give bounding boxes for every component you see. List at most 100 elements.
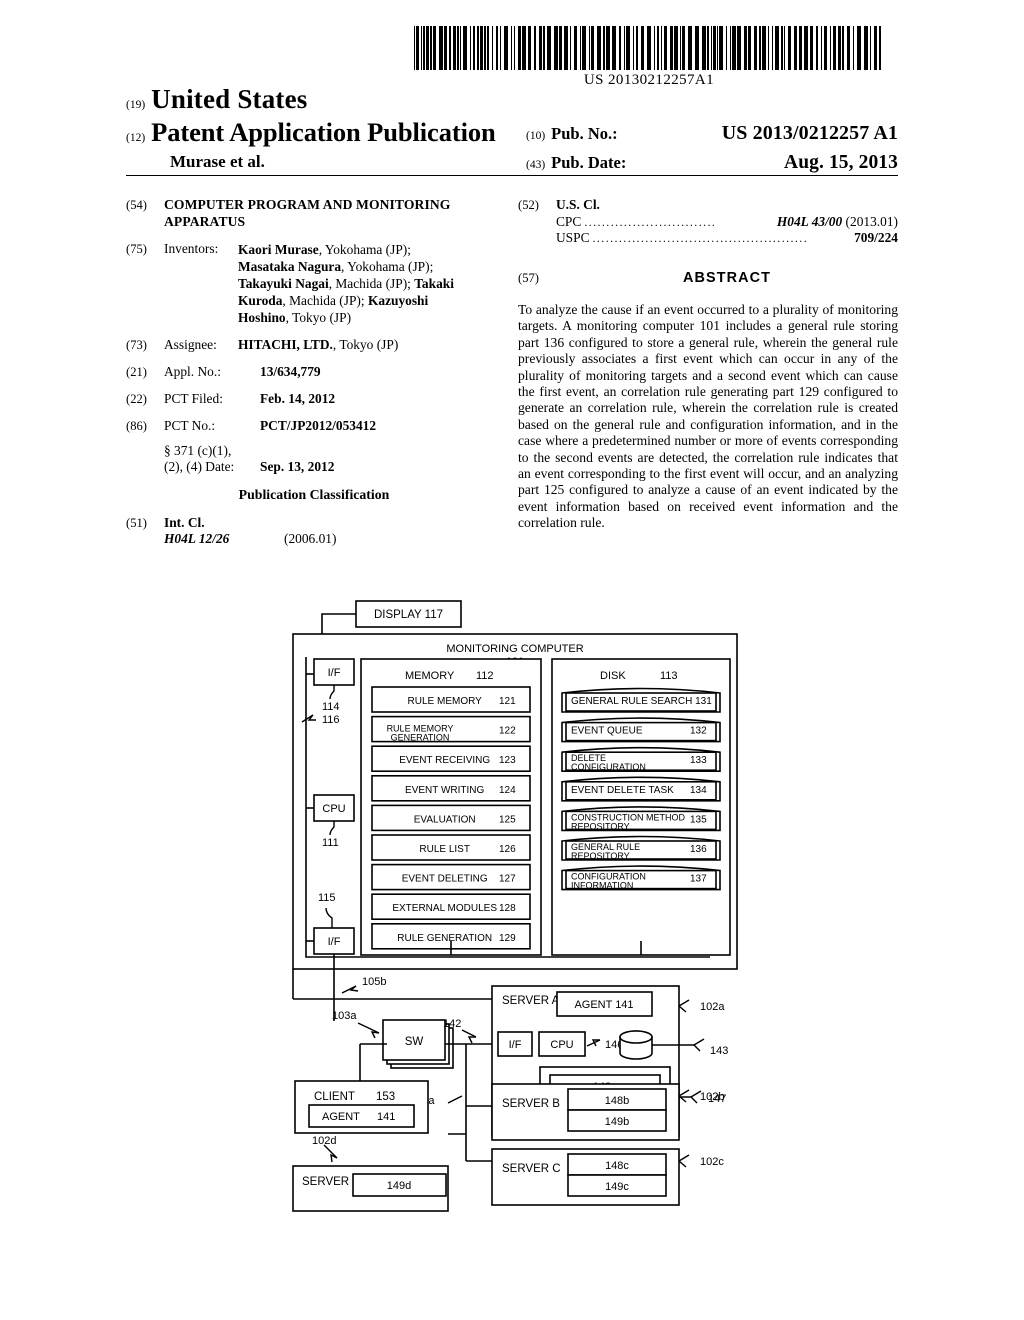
inventor-location: , Tokyo (JP) — [285, 310, 352, 325]
field-appl-code: (21) — [126, 365, 147, 379]
ref-147-leader2 — [690, 1096, 698, 1104]
inventor-location: , Yokohama (JP); — [341, 259, 434, 274]
svg-text:GENERAL RULE SEARCH 131: GENERAL RULE SEARCH 131 — [571, 696, 712, 707]
assignee-location: , Tokyo (JP) — [332, 337, 399, 352]
figure-svg: .ln{stroke:#000;fill:none;} .bx{stroke:#… — [292, 600, 738, 1212]
svg-text:RULE LIST: RULE LIST — [419, 844, 470, 855]
int-cl-label: Int. Cl. — [164, 515, 205, 530]
patent-front-page: US 20130212257A1 (19) United States (12)… — [0, 0, 1024, 1320]
inventor-location: , Machida (JP); — [282, 293, 368, 308]
if-bottom-label: I/F — [328, 936, 341, 948]
cpc-class: H04L 43/00 — [776, 214, 843, 229]
cpc-value: H04L 43/00 (2013.01) — [777, 214, 898, 230]
server-c-item-148c: 148c — [605, 1160, 629, 1172]
if-top-label: I/F — [328, 667, 341, 679]
field-appl-no: (21) Appl. No.: 13/634,779 — [126, 364, 506, 380]
int-cl-date: (2006.01) — [284, 531, 337, 546]
field-pct-filed-code: (22) — [126, 392, 147, 406]
inventor-name: Hoshino — [238, 310, 286, 325]
inventor-item: Kaori Murase, Yokohama (JP); — [238, 241, 506, 258]
invention-title: COMPUTER PROGRAM AND MONITORING APPARATU… — [164, 197, 451, 229]
svg-text:121: 121 — [499, 696, 516, 707]
server-a-cpu-label: CPU — [550, 1039, 573, 1051]
server-a-disk-icon — [619, 1030, 653, 1060]
client-agent-number: 141 — [377, 1111, 395, 1123]
pub-date-value: Aug. 15, 2013 — [784, 152, 898, 173]
field-pct-no: (86) PCT No.: PCT/JP2012/053412 — [126, 418, 506, 434]
s371-date-label: (2), (4) Date: — [164, 459, 235, 474]
svg-text:REPOSITORY: REPOSITORY — [571, 851, 630, 861]
switch-leader-tip — [370, 1031, 380, 1039]
field-assignee: (73) Assignee: HITACHI, LTD., Tokyo (JP) — [126, 337, 506, 353]
field-pct-no-code: (86) — [126, 419, 147, 433]
doc-type-code-label: (12) — [126, 132, 146, 144]
svg-text:132: 132 — [690, 726, 707, 737]
pub-no-label: Pub. No.: — [551, 124, 618, 143]
svg-text:124: 124 — [499, 785, 516, 796]
link-142-label: 142 — [443, 1018, 461, 1030]
int-cl-body: Int. Cl. H04L 12/26 (2006.01) — [164, 515, 506, 547]
abstract-text: To analyze the cause if an event occurre… — [518, 302, 898, 531]
cpc-key: CPC — [556, 214, 582, 229]
bibliographic-left-column: (54) COMPUTER PROGRAM AND MONITORING APP… — [126, 197, 506, 558]
s371-line1: § 371 (c)(1), — [164, 443, 232, 458]
inventor-name: Kazuyoshi — [367, 293, 429, 308]
if-bottom-ref: 115 — [318, 892, 336, 904]
svg-text:133: 133 — [690, 755, 707, 766]
field-pct-no-label: PCT No.: — [164, 418, 216, 433]
if-top-ref: 114 — [322, 701, 340, 713]
ref-143-leader2 — [693, 1044, 701, 1052]
server-b-item-148b: 148b — [605, 1095, 629, 1107]
inventor-location: , Machida (JP); — [328, 276, 415, 291]
field-int-cl: (51) Int. Cl. H04L 12/26 (2006.01) — [126, 515, 506, 547]
country-code-label: (19) — [126, 99, 146, 111]
svg-text:126: 126 — [499, 844, 516, 855]
svg-text:137: 137 — [690, 874, 707, 885]
server-a-ref: 102a — [700, 1001, 725, 1013]
link-142-leader-tip — [467, 1036, 476, 1044]
field-assignee-code: (73) — [126, 338, 147, 352]
server-b-ref: 102b — [700, 1091, 724, 1103]
field-int-cl-code: (51) — [126, 516, 147, 530]
link-142-leader — [461, 1029, 477, 1038]
server-b: SERVER B 148b 149b 102b — [491, 1083, 724, 1141]
uspc-value: 709/224 — [854, 230, 898, 245]
inventor-item: Masataka Nagura, Yokohama (JP); — [238, 258, 506, 275]
assignee-name: HITACHI, LTD. — [238, 337, 333, 352]
memory-item-group: RULE MEMORY 121RULE MEMORYGENERATION122EV… — [371, 686, 531, 950]
bus-ref-116: 116 — [322, 714, 340, 726]
svg-text:EVALUATION: EVALUATION — [414, 814, 476, 825]
svg-text:122: 122 — [499, 726, 516, 737]
publication-info: (10) Pub. No.: US 2013/0212257 A1 (43) P… — [526, 122, 898, 181]
uspc-row: USPC ...................................… — [556, 230, 898, 246]
server-a-disk-ref: 143 — [710, 1045, 728, 1057]
field-assignee-label: Assignee: — [164, 337, 217, 352]
inventor-item: Takayuki Nagai, Machida (JP); Takaki — [238, 275, 506, 292]
svg-text:134: 134 — [690, 785, 707, 796]
server-c-item-149c: 149c — [605, 1181, 629, 1193]
server-b-label: SERVER B — [502, 1098, 560, 1110]
memory-title: MEMORY — [405, 670, 455, 682]
field-inventors-label: Inventors: — [164, 241, 219, 256]
field-us-cl: (52) U.S. Cl. CPC ......................… — [518, 197, 898, 246]
svg-text:125: 125 — [499, 814, 516, 825]
server-d-label: SERVER D — [302, 1176, 361, 1188]
svg-text:EVENT DELETE TASK: EVENT DELETE TASK — [571, 785, 674, 796]
server-c: SERVER C 148c 149c 102c — [491, 1148, 724, 1206]
field-title: (54) COMPUTER PROGRAM AND MONITORING APP… — [126, 197, 506, 230]
inventor-name: Kaori Murase — [238, 242, 319, 257]
inventor-item: Kuroda, Machida (JP); Kazuyoshi — [238, 292, 506, 309]
cpc-version: (2013.01) — [842, 214, 898, 229]
us-cl-body: U.S. Cl. CPC ...........................… — [556, 197, 898, 246]
inventor-name: Masataka Nagura — [238, 259, 342, 274]
display-label: DISPLAY 117 — [374, 609, 443, 621]
barcode-block: US 20130212257A1 — [414, 26, 884, 89]
switch-leader — [357, 1022, 380, 1034]
field-appl-label: Appl. No.: — [164, 364, 221, 379]
pub-no-code-label: (10) — [526, 130, 546, 142]
switch-label: SW — [405, 1036, 424, 1048]
field-us-cl-code: (52) — [518, 198, 539, 212]
abstract-heading-row: (57) ABSTRACT — [518, 270, 898, 286]
svg-text:128: 128 — [499, 903, 516, 914]
disk-title: DISK — [600, 670, 626, 682]
